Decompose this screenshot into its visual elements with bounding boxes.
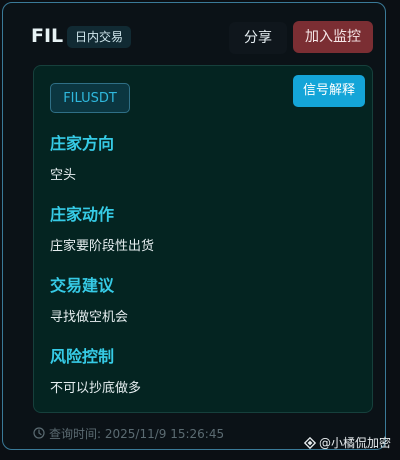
section-text-action: 庄家要阶段性出货 (50, 239, 155, 254)
pair-badge: FILUSDT (50, 83, 130, 113)
section-title-direction: 庄家方向 (50, 134, 115, 153)
clock-icon (33, 427, 45, 439)
section-title-risk: 风险控制 (50, 347, 115, 366)
add-watch-button[interactable]: 加入监控 (293, 21, 373, 53)
section-title-advice: 交易建议 (50, 276, 115, 295)
trade-type-badge: 日内交易 (67, 26, 132, 48)
section-text-direction: 空头 (50, 168, 77, 183)
watermark: @小橘侃加密 (303, 434, 392, 451)
section-text-advice: 寻找做空机会 (50, 310, 129, 325)
signal-card: FIL 日内交易 分享 加入监控 FILUSDT 信号解释 庄家方向 空头 庄家… (2, 2, 386, 450)
card-header: FIL 日内交易 分享 加入监控 (3, 3, 385, 63)
coin-symbol: FIL (31, 25, 64, 47)
share-button[interactable]: 分享 (229, 22, 287, 54)
query-time-text: 查询时间: 2025/11/9 15:26:45 (49, 426, 225, 441)
signal-explain-button[interactable]: 信号解释 (293, 75, 365, 107)
signal-panel: FILUSDT 信号解释 庄家方向 空头 庄家动作 庄家要阶段性出货 交易建议 … (33, 65, 373, 413)
watermark-text: @小橘侃加密 (319, 436, 392, 450)
section-title-action: 庄家动作 (50, 205, 115, 224)
query-time-row: 查询时间: 2025/11/9 15:26:45 (33, 425, 224, 441)
section-text-risk: 不可以抄底做多 (50, 381, 142, 396)
diamond-logo-icon (303, 436, 317, 449)
